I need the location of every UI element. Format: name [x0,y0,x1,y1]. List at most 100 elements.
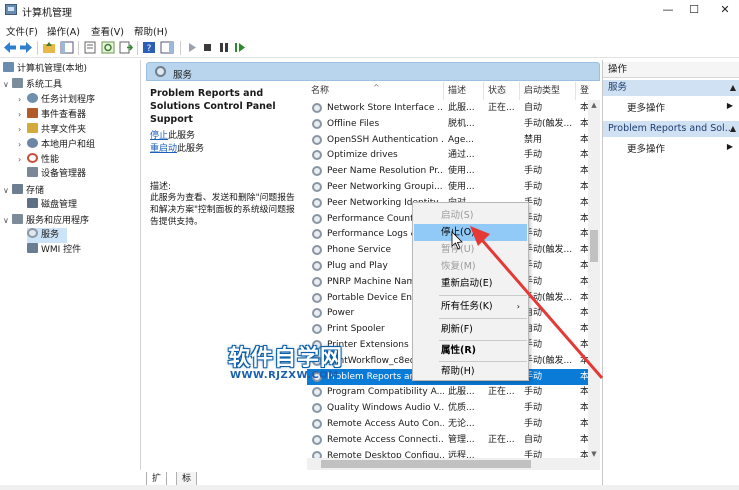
service-row[interactable]: Quality Windows Audio V... 优质... 手动本 [307,400,600,416]
tree-item-task-scheduler[interactable]: › 任务计划程序 [18,92,95,107]
help-icon[interactable]: ? [142,41,156,54]
context-properties-item[interactable]: 属性(R) [414,342,527,359]
tree-item-performance[interactable]: › 性能 [18,152,59,167]
up-folder-icon[interactable] [42,41,56,54]
service-row[interactable]: Remote Access Auto Con... 无论... 手动本 [307,416,600,432]
service-status-cell: 正在... [488,434,515,445]
show-hide-tree-icon[interactable] [60,41,74,54]
service-gear-icon [312,276,322,287]
tree-item-services-applications[interactable]: ∨ 服务和应用程序 [3,213,89,228]
actions-section-services[interactable]: 服务 ▲ [603,80,739,96]
service-desc-cell: 此服... [448,387,475,398]
service-row[interactable]: Peer Networking Groupi... 使用... 手动本 [307,179,600,195]
context-start-item[interactable]: 启动(S) [414,207,527,224]
column-header-logon[interactable]: 登 [576,82,600,100]
disk-icon [27,198,38,208]
column-header-name[interactable]: 名称 ^ [307,82,444,100]
stop-service-icon[interactable] [201,41,215,54]
more-actions-services[interactable]: 更多操作 [627,100,665,114]
service-startup-cell: 手动 [524,182,543,192]
context-restart-item[interactable]: 重新启动(E) [414,275,527,292]
context-stop-item[interactable]: 停止(O) [414,224,527,241]
service-row[interactable]: Offline Files 脱机... 手动(触发... 本 [307,116,600,132]
expand-arrow-icon[interactable]: ∨ [3,213,12,228]
service-desc-cell: 此服... [448,103,475,113]
close-button[interactable]: ✕ [702,0,739,20]
tree-item-storage[interactable]: ∨ 存储 [3,183,44,198]
stop-service-link[interactable]: 停止 [150,131,168,141]
column-header-status[interactable]: 状态 [484,82,520,100]
scroll-up-arrow-icon[interactable]: ▲ [588,100,600,111]
tree-item-device-manager[interactable]: 设备管理器 [27,167,86,182]
toolbar-separator [180,41,181,55]
submenu-arrow-icon: › [516,302,520,311]
scrollbar-thumb[interactable] [321,460,531,468]
expand-arrow-icon[interactable]: › [18,137,27,152]
service-startup-cell: 手动(触发... [524,292,573,303]
service-startup-cell: 自动 [524,434,543,445]
back-arrow-icon[interactable] [3,41,17,54]
service-row[interactable]: Optimize drives 通过... 手动本 [307,147,600,163]
tree-item-disk-management[interactable]: 磁盘管理 [27,198,77,213]
forward-arrow-icon[interactable] [19,41,33,54]
service-startup-cell: 手动 [524,213,543,224]
expand-arrow-icon[interactable]: › [18,122,27,137]
context-pause-item[interactable]: 暂停(U) [414,241,527,258]
menu-action[interactable]: 操作(A) [47,24,80,38]
expand-arrow-icon[interactable]: ∨ [3,77,12,92]
actions-pane: 操作 服务 ▲ 更多操作 ▶ Problem Reports and Sol...… [602,60,739,490]
menu-view[interactable]: 查看(V) [91,24,124,38]
expand-arrow-icon[interactable]: › [18,107,27,122]
collapse-arrow-icon[interactable]: ▲ [730,121,736,137]
service-startup-cell: 手动 [524,150,543,161]
properties-icon[interactable] [83,41,97,54]
menu-file[interactable]: 文件(F) [6,24,38,38]
context-separator [439,295,527,296]
restart-service-icon[interactable] [233,41,247,54]
service-row[interactable]: Peer Name Resolution Pr... 使用... 手动本 [307,163,600,179]
column-header-description[interactable]: 描述 [444,82,484,100]
users-icon [27,138,38,148]
toolbar-separator [37,41,38,55]
scrollbar-thumb[interactable] [590,230,598,262]
service-startup-cell: 手动 [524,197,543,208]
watermark-url: WWW.RJZXW.COM [230,370,339,381]
more-actions-selected-service[interactable]: 更多操作 [627,141,665,155]
collapse-arrow-icon[interactable]: ▲ [730,80,736,96]
tree-item-event-viewer[interactable]: › 事件查看器 [18,107,86,122]
refresh-icon[interactable] [101,41,115,54]
restart-service-link[interactable]: 重启动 [150,144,177,154]
tree-item-services[interactable]: 服务 [27,228,68,243]
tree-item-shared-folders[interactable]: › 共享文件夹 [18,122,86,137]
tree-item-computer-management[interactable]: 计算机管理(本地) [3,62,87,77]
context-help-item[interactable]: 帮助(H) [414,363,527,380]
tree-item-system-tools[interactable]: ∨ 系统工具 [3,77,62,92]
service-desc-cell: 使用... [448,182,475,192]
expand-arrow-icon[interactable]: › [18,92,27,107]
service-name-cell: Peer Name Resolution Pr... [327,166,444,177]
column-header-startup-type[interactable]: 启动类型 [520,82,576,100]
service-gear-icon [312,403,322,414]
context-all-tasks-item[interactable]: 所有任务(K) › [414,298,527,315]
service-row[interactable]: Remote Access Connecti... 管理... 正在... 自动本 [307,432,600,448]
actions-section-selected-service[interactable]: Problem Reports and Sol... ▲ [603,121,739,137]
service-row[interactable]: Network Store Interface ... 此服... 正在... 自动本 [307,100,600,116]
export-list-icon[interactable] [119,41,133,54]
context-refresh-item[interactable]: 刷新(F) [414,321,527,338]
pause-service-icon[interactable] [217,41,231,54]
tree-item-local-users-groups[interactable]: › 本地用户和组 [18,137,95,152]
expand-arrow-icon[interactable]: › [18,152,27,167]
horizontal-scrollbar[interactable] [307,458,600,470]
context-resume-item[interactable]: 恢复(M) [414,258,527,275]
start-service-icon[interactable] [185,41,199,54]
tree-item-wmi-control[interactable]: WMI 控件 [27,243,81,258]
service-status-cell: 正在... [488,387,515,398]
menu-help[interactable]: 帮助(H) [134,24,168,38]
service-row[interactable]: OpenSSH Authentication ... Age... 禁用本 [307,132,600,148]
vertical-scrollbar[interactable]: ▲ ▼ [588,100,600,460]
action-pane-icon[interactable] [160,41,174,54]
service-gear-icon [312,118,322,129]
description-label: 描述: [150,182,172,192]
service-status-cell: 正在... [488,103,515,113]
expand-arrow-icon[interactable]: ∨ [3,183,12,198]
